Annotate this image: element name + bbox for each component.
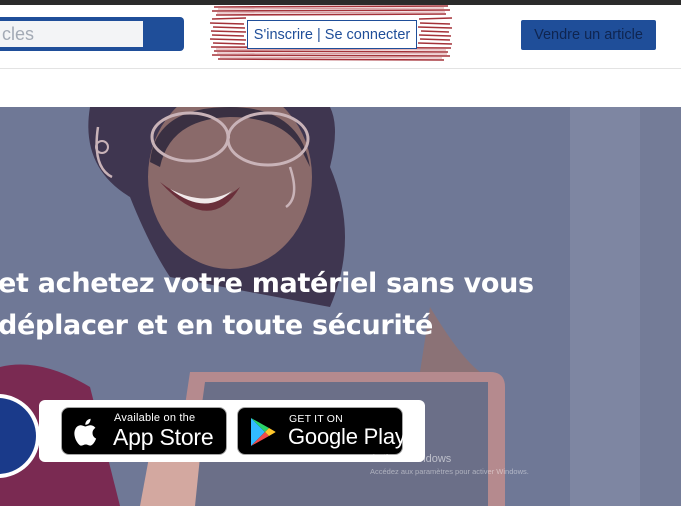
- google-play-badge[interactable]: GET IT ON Google Play: [237, 407, 406, 455]
- app-store-badge[interactable]: Available on the App Store: [61, 407, 227, 455]
- apple-icon: [74, 418, 97, 446]
- google-play-icon: [251, 418, 276, 446]
- app-store-big-label: App Store: [113, 424, 214, 450]
- search-input[interactable]: [0, 21, 143, 47]
- search-button[interactable]: [146, 21, 180, 47]
- app-store-small-label: Available on the: [114, 412, 196, 424]
- windows-activation-subtitle: Accédez aux paramètres pour activer Wind…: [370, 467, 529, 476]
- search-bar: [0, 17, 184, 51]
- hero-headline: et achetez votre matériel sans vous dépl…: [0, 263, 534, 347]
- google-play-big-label: Google Play: [288, 424, 406, 449]
- hero-banner: et achetez votre matériel sans vous dépl…: [0, 107, 681, 506]
- store-badges-panel: Available on the App Store GET IT ON Goo…: [39, 400, 425, 462]
- hero-headline-line2: déplacer et en toute sécurité: [0, 310, 434, 341]
- hero-headline-line1: et achetez votre matériel sans vous: [0, 268, 534, 299]
- sell-item-button[interactable]: Vendre un article: [521, 20, 656, 50]
- windows-activation-title: Activer Windows: [370, 453, 452, 465]
- signup-login-button[interactable]: S'inscrire | Se connecter: [247, 20, 417, 49]
- site-header: S'inscrire | Se connecter Vendre un arti…: [0, 5, 681, 69]
